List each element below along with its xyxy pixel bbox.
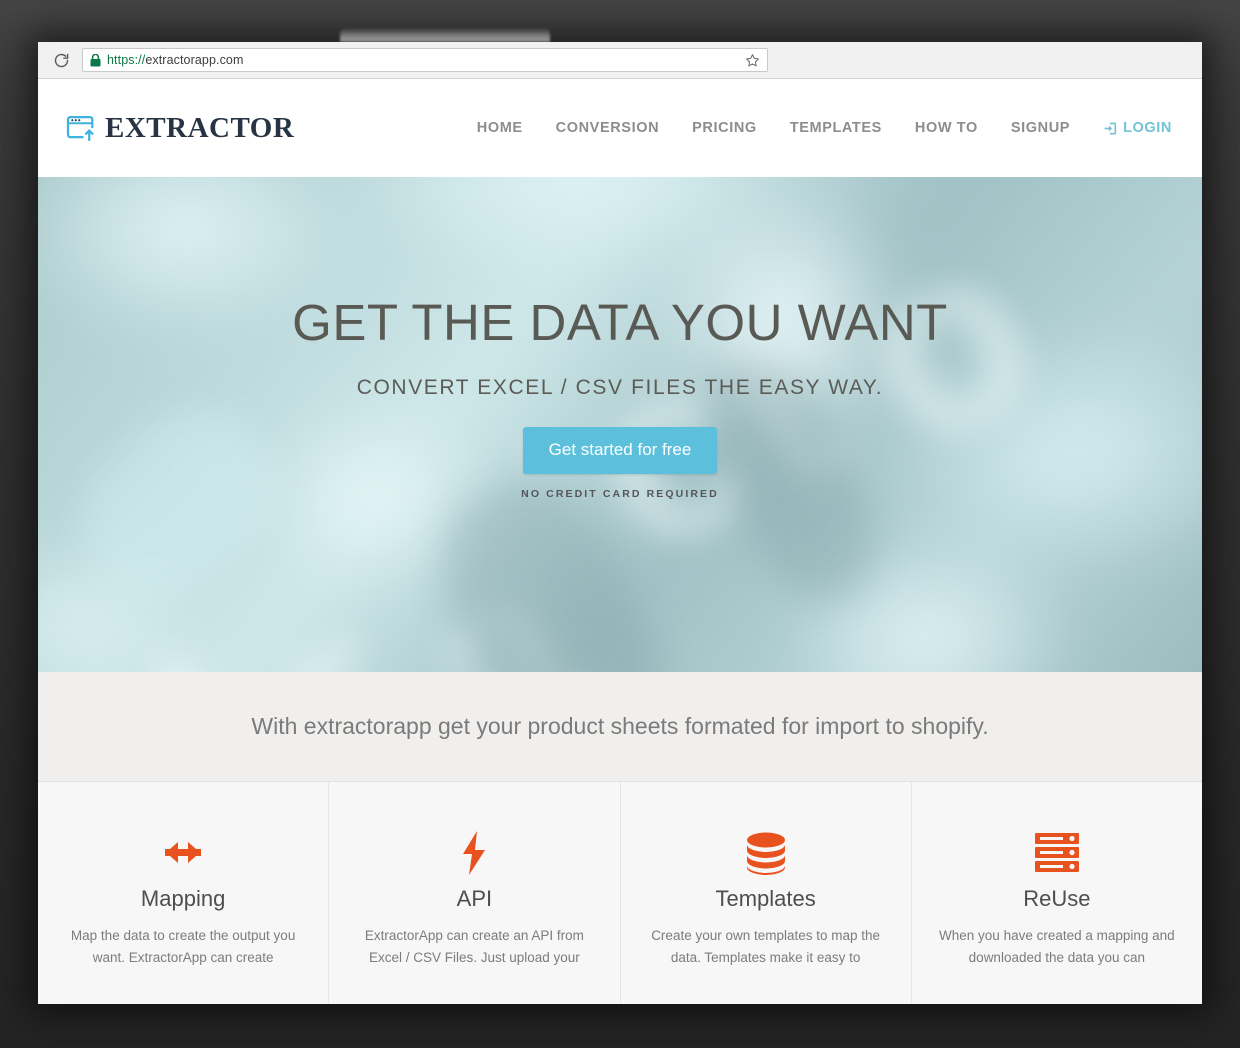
nav-templates[interactable]: TEMPLATES bbox=[790, 120, 882, 136]
browser-upload-icon bbox=[66, 116, 96, 141]
lightning-bolt-icon bbox=[355, 830, 593, 876]
brand-logo[interactable]: EXTRACTOR bbox=[66, 111, 295, 144]
nav-conversion[interactable]: CONVERSION bbox=[556, 120, 660, 136]
hero-title: GET THE DATA YOU WANT bbox=[292, 294, 948, 351]
hero-subtitle: CONVERT EXCEL / CSV FILES THE EASY WAY. bbox=[356, 376, 884, 400]
address-bar[interactable]: https://extractorapp.com bbox=[82, 48, 768, 72]
url-text: https://extractorapp.com bbox=[107, 53, 244, 67]
main-navigation: HOME CONVERSION PRICING TEMPLATES HOW TO… bbox=[477, 120, 1172, 136]
nav-login-label: LOGIN bbox=[1123, 120, 1172, 136]
lock-icon bbox=[90, 53, 101, 67]
server-rack-icon bbox=[938, 830, 1176, 876]
nav-how-to[interactable]: HOW TO bbox=[915, 120, 978, 136]
arrows-left-right-icon bbox=[64, 830, 302, 876]
feature-title: API bbox=[456, 886, 493, 911]
reload-icon[interactable] bbox=[48, 47, 74, 73]
hero-note: NO CREDIT CARD REQUIRED bbox=[521, 488, 719, 501]
browser-toolbar: https://extractorapp.com bbox=[38, 42, 1202, 79]
page-viewport: EXTRACTOR HOME CONVERSION PRICING TEMPLA… bbox=[38, 79, 1202, 1004]
feature-card-reuse: ReUse When you have created a mapping an… bbox=[912, 782, 1202, 1004]
feature-card-api: API ExtractorApp can create an API from … bbox=[329, 782, 621, 1004]
nav-home[interactable]: HOME bbox=[477, 120, 523, 136]
feature-title: ReUse bbox=[1023, 886, 1091, 911]
feature-title: Mapping bbox=[140, 886, 226, 911]
tagline-section: With extractorapp get your product sheet… bbox=[38, 672, 1202, 782]
nav-signup[interactable]: SIGNUP bbox=[1011, 120, 1070, 136]
nav-pricing[interactable]: PRICING bbox=[692, 120, 757, 136]
browser-tab-strip[interactable] bbox=[340, 28, 550, 42]
tagline-text: With extractorapp get your product sheet… bbox=[251, 713, 989, 739]
hero-section: t r a c t o GET THE DATA YOU WANT CONVER… bbox=[38, 177, 1202, 672]
feature-title: Templates bbox=[715, 886, 816, 911]
feature-description: Map the data to create the output you wa… bbox=[70, 928, 296, 965]
star-icon[interactable] bbox=[745, 53, 760, 68]
nav-login[interactable]: LOGIN bbox=[1103, 120, 1172, 136]
site-header: EXTRACTOR HOME CONVERSION PRICING TEMPLA… bbox=[38, 79, 1202, 177]
hero-content: GET THE DATA YOU WANT CONVERT EXCEL / CS… bbox=[38, 177, 1202, 500]
brand-name: EXTRACTOR bbox=[105, 111, 295, 144]
get-started-button[interactable]: Get started for free bbox=[522, 427, 718, 475]
feature-card-templates: Templates Create your own templates to m… bbox=[621, 782, 912, 1004]
desktop-backdrop: https://extractorapp.com EXTRACTOR HOME … bbox=[0, 0, 1240, 1048]
browser-window: https://extractorapp.com EXTRACTOR HOME … bbox=[38, 42, 1202, 1004]
features-section: Mapping Map the data to create the outpu… bbox=[38, 782, 1202, 1004]
database-stack-icon bbox=[647, 830, 885, 876]
sign-in-icon bbox=[1103, 121, 1118, 136]
feature-card-mapping: Mapping Map the data to create the outpu… bbox=[38, 782, 330, 1004]
feature-description: ExtractorApp can create an API from Exce… bbox=[364, 928, 584, 965]
feature-description: When you have created a mapping and down… bbox=[939, 928, 1175, 965]
feature-description: Create your own templates to map the dat… bbox=[651, 928, 881, 965]
